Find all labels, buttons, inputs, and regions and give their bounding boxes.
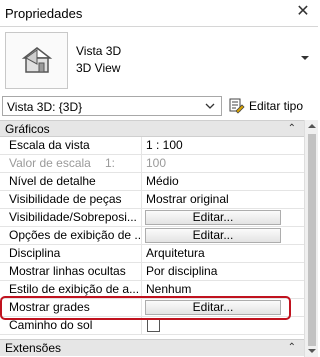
property-name: Opções de exibição de ...: [0, 227, 142, 245]
property-row-opcoes-de-exibicao: Opções de exibição de ... Editar...: [0, 227, 304, 245]
property-value-cell: [143, 317, 304, 335]
edit-button[interactable]: Editar...: [145, 300, 281, 315]
property-row-mostrar-linhas-ocultas[interactable]: Mostrar linhas ocultas Por disciplina: [0, 263, 304, 281]
property-value[interactable]: Mostrar original: [143, 191, 304, 209]
edit-button[interactable]: Editar...: [145, 210, 281, 225]
property-name: Caminho do sol: [0, 317, 142, 335]
group-header-graficos[interactable]: Gráficos ⌃: [0, 120, 304, 137]
properties-grid: Gráficos ⌃ Escala da vista 1 : 100 Valor…: [0, 120, 304, 335]
property-name: Valor de escala 1:: [0, 155, 142, 173]
property-value: 100: [146, 156, 167, 170]
edit-type-button[interactable]: Editar tipo: [229, 96, 317, 116]
property-value[interactable]: 1 : 100: [143, 137, 304, 155]
scroll-up-icon[interactable]: [308, 124, 316, 128]
property-value[interactable]: Nenhum: [143, 281, 304, 299]
property-row-estilo-de-exibicao[interactable]: Estilo de exibição de a... Nenhum: [0, 281, 304, 299]
property-name: Mostrar grades: [0, 299, 142, 317]
sun-path-checkbox[interactable]: [147, 319, 160, 332]
scroll-thumb[interactable]: [308, 134, 316, 346]
instance-selector-value: Vista 3D: {3D}: [7, 100, 83, 114]
property-name-suffix: 1:: [105, 156, 116, 170]
type-dropdown-icon[interactable]: [301, 56, 309, 60]
group-header-extensoes[interactable]: Extensões ⌃: [0, 339, 304, 356]
type-selector[interactable]: Vista 3D 3D View: [0, 27, 318, 93]
property-name: Visibilidade de peças: [0, 191, 142, 209]
property-row-visibilidade-sobreposicao: Visibilidade/Sobreposi... Editar...: [0, 209, 304, 227]
chevron-down-icon: [205, 103, 215, 109]
property-row-escala-da-vista[interactable]: Escala da vista 1 : 100: [0, 137, 304, 155]
property-row-nivel-de-detalhe[interactable]: Nível de detalhe Médio: [0, 173, 304, 191]
property-row-mostrar-grades: Mostrar grades Editar...: [0, 299, 304, 317]
collapse-icon[interactable]: ⌃: [288, 342, 296, 353]
property-name: Mostrar linhas ocultas: [0, 263, 142, 281]
property-value[interactable]: Por disciplina: [143, 263, 304, 281]
property-name: Estilo de exibição de a...: [0, 281, 142, 299]
group-label: Extensões: [5, 341, 62, 355]
properties-titlebar: Propriedades ✕: [0, 0, 318, 27]
group-label: Gráficos: [5, 122, 50, 136]
property-value[interactable]: Arquitetura: [143, 245, 304, 263]
property-row-visibilidade-de-pecas[interactable]: Visibilidade de peças Mostrar original: [0, 191, 304, 209]
close-icon[interactable]: ✕: [294, 3, 312, 21]
property-row-disciplina[interactable]: Disciplina Arquitetura: [0, 245, 304, 263]
property-name: Escala da vista: [0, 137, 142, 155]
property-name: Visibilidade/Sobreposi...: [0, 209, 142, 227]
property-row-caminho-do-sol: Caminho do sol: [0, 317, 304, 335]
type-name-label: 3D View: [76, 61, 121, 75]
property-value-cell: Editar...: [143, 299, 304, 317]
property-row-valor-de-escala: Valor de escala 1: 100: [0, 155, 304, 173]
instance-selector-dropdown[interactable]: Vista 3D: {3D}: [2, 96, 222, 116]
instance-selector-row: Vista 3D: {3D} Editar tipo: [0, 95, 318, 119]
type-family-label: Vista 3D: [76, 44, 122, 58]
edit-type-icon: [229, 98, 245, 114]
property-name: Nível de detalhe: [0, 173, 142, 191]
property-value-cell: Editar...: [143, 209, 304, 227]
collapse-icon[interactable]: ⌃: [288, 123, 296, 134]
edit-button[interactable]: Editar...: [145, 228, 281, 243]
vertical-scrollbar[interactable]: [304, 120, 318, 357]
house-3d-icon: [5, 32, 68, 89]
property-value-cell: Editar...: [143, 227, 304, 245]
edit-type-label: Editar tipo: [249, 99, 304, 113]
property-value[interactable]: Médio: [143, 173, 304, 191]
panel-title: Propriedades: [5, 6, 83, 21]
property-name: Disciplina: [0, 245, 142, 263]
scroll-down-icon[interactable]: [308, 349, 316, 353]
